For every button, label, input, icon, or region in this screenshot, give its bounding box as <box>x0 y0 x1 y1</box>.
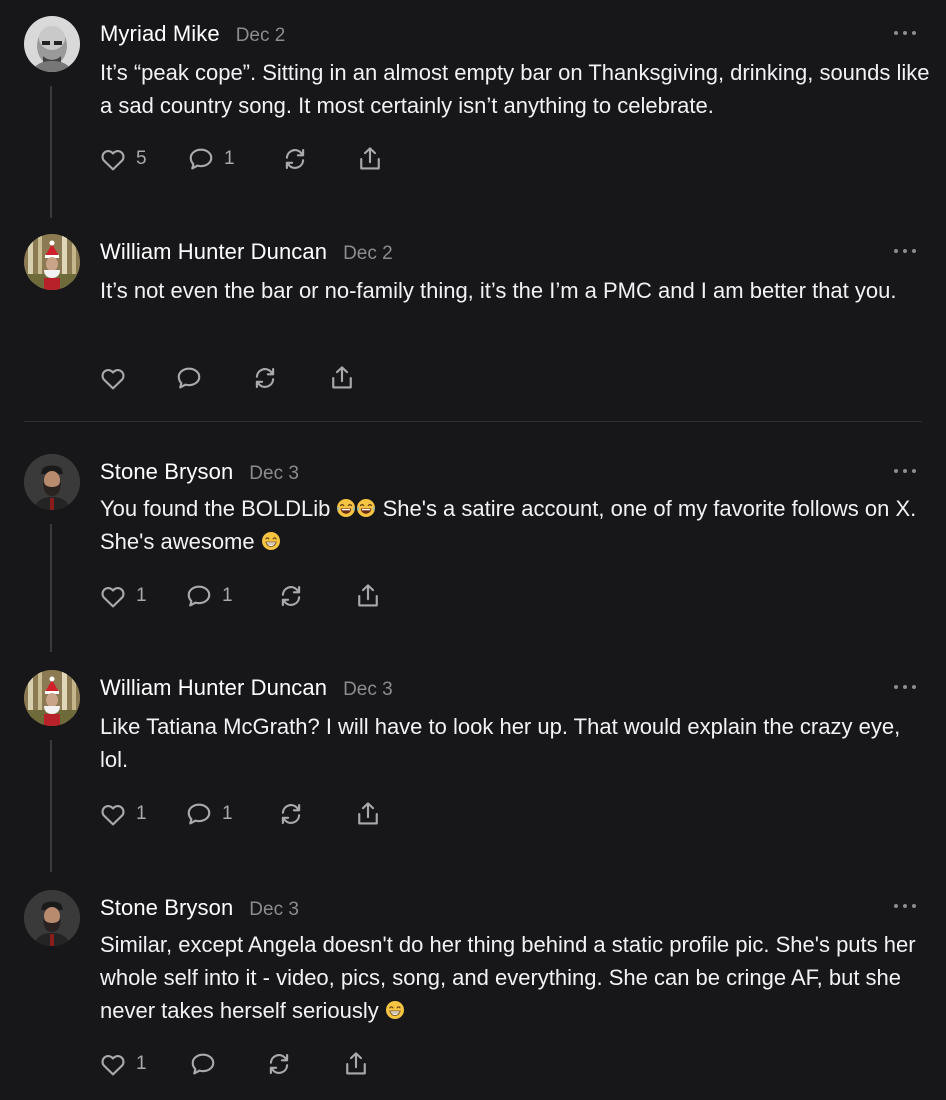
restack-icon <box>276 799 306 829</box>
restack-icon <box>250 363 280 393</box>
comment-text: Similar, except Angela doesn't do her th… <box>100 928 930 1027</box>
reply-button[interactable] <box>188 1048 218 1080</box>
author-name[interactable]: Stone Bryson <box>100 459 233 485</box>
more-options-icon[interactable] <box>894 248 916 254</box>
share-button[interactable] <box>341 1048 371 1080</box>
restack-button[interactable] <box>264 1048 294 1080</box>
comment-item: William Hunter Duncan Dec 3 Like Tatiana… <box>0 652 946 872</box>
like-button[interactable] <box>98 362 128 394</box>
comment-date[interactable]: Dec 3 <box>249 899 299 921</box>
comment-text: You found the BOLDLib She's a satire acc… <box>100 492 930 558</box>
comment-header: Myriad Mike Dec 2 <box>100 21 285 47</box>
comment-actions <box>98 362 398 394</box>
grinning-emoji-icon <box>261 531 281 551</box>
restack-icon <box>280 144 310 174</box>
comment-item: Stone Bryson Dec 3 You found the BOLDLib… <box>0 422 946 652</box>
reply-count: 1 <box>222 803 233 824</box>
heart-icon <box>98 799 128 829</box>
reply-button[interactable]: 1 <box>184 798 233 830</box>
author-name[interactable]: Myriad Mike <box>100 21 220 47</box>
like-button[interactable]: 5 <box>98 143 147 175</box>
like-count: 1 <box>136 803 147 824</box>
heart-icon <box>98 363 128 393</box>
reply-count: 1 <box>224 148 235 169</box>
laughing-tears-emoji-icon <box>336 498 356 518</box>
restack-button[interactable] <box>250 362 280 394</box>
share-icon <box>341 1049 371 1079</box>
thread-line <box>50 86 52 218</box>
more-options-icon[interactable] <box>894 30 916 36</box>
more-options-icon[interactable] <box>894 468 916 474</box>
heart-icon <box>98 1049 128 1079</box>
share-button[interactable] <box>355 143 385 175</box>
restack-icon <box>264 1049 294 1079</box>
more-options-icon[interactable] <box>894 903 916 909</box>
thread-line <box>50 740 52 872</box>
reply-button[interactable] <box>174 362 204 394</box>
share-icon <box>353 581 383 611</box>
more-options-icon[interactable] <box>894 684 916 690</box>
santa-forest-avatar[interactable] <box>24 234 80 290</box>
comment-actions: 1 1 <box>98 580 398 612</box>
share-icon <box>355 144 385 174</box>
author-name[interactable]: William Hunter Duncan <box>100 239 327 265</box>
reply-button[interactable]: 1 <box>186 143 235 175</box>
heart-icon <box>98 144 128 174</box>
laughing-tears-emoji-icon <box>356 498 376 518</box>
reply-button[interactable]: 1 <box>184 580 233 612</box>
comment-item: William Hunter Duncan Dec 2 It’s not eve… <box>0 220 946 420</box>
like-count: 5 <box>136 148 147 169</box>
comment-icon <box>184 799 214 829</box>
bald-man-avatar[interactable] <box>24 16 80 72</box>
comment-icon <box>186 144 216 174</box>
comment-header: Stone Bryson Dec 3 <box>100 895 299 921</box>
comment-header: William Hunter Duncan Dec 2 <box>100 239 393 265</box>
comment-text-part: Similar, except Angela doesn't do her th… <box>100 932 916 1023</box>
comment-item: Myriad Mike Dec 2 It’s “peak cope”. Sitt… <box>0 0 946 220</box>
share-button[interactable] <box>353 580 383 612</box>
restack-button[interactable] <box>280 143 310 175</box>
comment-icon <box>184 581 214 611</box>
comment-header: William Hunter Duncan Dec 3 <box>100 675 393 701</box>
santa-forest-avatar[interactable] <box>24 670 80 726</box>
share-button[interactable] <box>327 362 357 394</box>
share-button[interactable] <box>353 798 383 830</box>
comment-actions: 1 <box>98 1048 398 1080</box>
grinning-emoji-icon <box>385 1000 405 1020</box>
restack-button[interactable] <box>276 580 306 612</box>
bearded-man-avatar[interactable] <box>24 890 80 946</box>
author-name[interactable]: William Hunter Duncan <box>100 675 327 701</box>
like-button[interactable]: 1 <box>98 580 147 612</box>
comment-item: Stone Bryson Dec 3 Similar, except Angel… <box>0 872 946 1100</box>
comment-date[interactable]: Dec 2 <box>343 243 393 265</box>
comment-icon <box>188 1049 218 1079</box>
restack-icon <box>276 581 306 611</box>
comment-text-part: You found the BOLDLib <box>100 496 337 521</box>
bearded-man-avatar[interactable] <box>24 454 80 510</box>
comment-text: It’s “peak cope”. Sitting in an almost e… <box>100 60 930 118</box>
share-icon <box>327 363 357 393</box>
like-count: 1 <box>136 585 147 606</box>
restack-button[interactable] <box>276 798 306 830</box>
comment-text: Like Tatiana McGrath? I will have to loo… <box>100 714 901 772</box>
thread-line <box>50 524 52 652</box>
comment-actions: 5 1 <box>98 143 398 175</box>
author-name[interactable]: Stone Bryson <box>100 895 233 921</box>
like-count: 1 <box>136 1053 147 1074</box>
share-icon <box>353 799 383 829</box>
heart-icon <box>98 581 128 611</box>
comment-date[interactable]: Dec 3 <box>249 463 299 485</box>
reply-count: 1 <box>222 585 233 606</box>
comment-text: It’s not even the bar or no-family thing… <box>100 278 897 303</box>
comment-actions: 1 1 <box>98 798 398 830</box>
comment-header: Stone Bryson Dec 3 <box>100 459 299 485</box>
like-button[interactable]: 1 <box>98 1048 147 1080</box>
like-button[interactable]: 1 <box>98 798 147 830</box>
comment-date[interactable]: Dec 2 <box>236 25 286 47</box>
comment-icon <box>174 363 204 393</box>
comment-date[interactable]: Dec 3 <box>343 679 393 701</box>
